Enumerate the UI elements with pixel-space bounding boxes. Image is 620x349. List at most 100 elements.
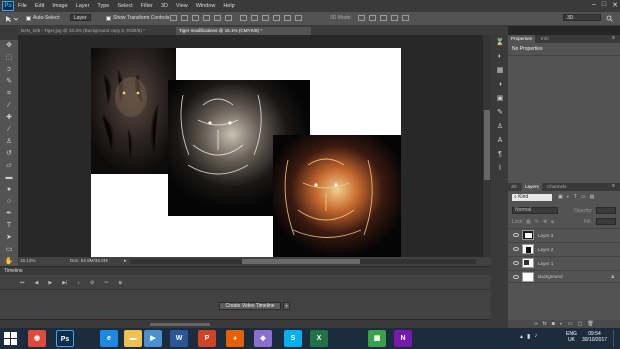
lock-pixels-icon[interactable]: ▦ xyxy=(526,219,531,225)
auto-select-checkbox[interactable] xyxy=(26,15,31,21)
color-panel-icon[interactable]: ◐ xyxy=(495,53,505,61)
filter-pixel-icon[interactable]: ▣ xyxy=(558,194,563,200)
clone-source-panel-icon[interactable]: ♙ xyxy=(495,123,505,131)
tray-arrow-icon[interactable]: ▴ xyxy=(520,333,523,340)
menu-type[interactable]: Type xyxy=(97,3,109,9)
layer-row[interactable]: Layer 1 xyxy=(508,256,620,269)
visibility-eye-icon[interactable] xyxy=(513,261,519,265)
visibility-eye-icon[interactable] xyxy=(513,233,519,237)
language-indicator[interactable]: ENG UK xyxy=(566,331,577,343)
menu-window[interactable]: Window xyxy=(196,3,216,9)
swatches-panel-icon[interactable]: ▦ xyxy=(495,67,505,75)
quick-select-tool-icon[interactable]: ✎ xyxy=(4,78,14,86)
adjustment-layer-icon[interactable]: ◐ xyxy=(560,320,563,328)
zoom-level[interactable]: 15.12% xyxy=(20,258,36,263)
media-icon[interactable]: ▶ xyxy=(144,330,162,347)
timeline-zoom-slider[interactable] xyxy=(150,323,210,326)
paragraph-panel-icon[interactable]: ¶ xyxy=(495,151,505,159)
distribute-right-icon[interactable] xyxy=(295,15,302,21)
dodge-tool-icon[interactable]: ○ xyxy=(4,198,14,206)
3d-pan-icon[interactable] xyxy=(379,15,387,21)
healing-tool-icon[interactable]: ✚ xyxy=(4,114,14,122)
document-canvas[interactable] xyxy=(18,35,483,257)
audio-icon[interactable]: ♪ xyxy=(77,280,80,286)
search-icon[interactable] xyxy=(606,15,613,22)
distribute-middle-icon[interactable] xyxy=(251,15,258,21)
split-icon[interactable]: ✂ xyxy=(104,280,108,286)
new-layer-icon[interactable]: ▢ xyxy=(578,320,583,328)
eyedropper-tool-icon[interactable]: ⁄ xyxy=(4,102,14,110)
history-panel-icon[interactable]: ⌛ xyxy=(495,39,505,47)
brush-tool-icon[interactable]: ∕ xyxy=(4,126,14,134)
add-mask-icon[interactable]: ◙ xyxy=(552,320,555,328)
chrome-icon[interactable]: ◉ xyxy=(28,330,46,347)
shape-tool-icon[interactable]: ▭ xyxy=(4,246,14,254)
paths-panel-icon[interactable]: ⌇ xyxy=(495,165,505,173)
filter-smart-icon[interactable]: ▤ xyxy=(590,194,595,200)
lock-position-icon[interactable]: ✥ xyxy=(543,219,547,225)
lock-all-icon[interactable]: 🔒︎ xyxy=(551,219,554,225)
close-icon[interactable]: ✕ xyxy=(612,1,618,9)
tab-info[interactable]: Info xyxy=(538,35,552,43)
clone-stamp-tool-icon[interactable]: ♙ xyxy=(4,138,14,146)
fill-field[interactable] xyxy=(596,218,616,225)
hand-tool-icon[interactable]: ✋ xyxy=(4,258,14,266)
layer-row[interactable]: Layer 3 xyxy=(508,228,620,241)
explorer-icon[interactable]: ▬ xyxy=(124,330,142,347)
publisher-icon[interactable]: ▦ xyxy=(368,330,386,347)
filter-type-icon[interactable]: T xyxy=(574,194,577,200)
opacity-field[interactable] xyxy=(596,207,616,214)
prev-frame-icon[interactable]: ◀ xyxy=(35,280,39,286)
styles-panel-icon[interactable]: ▣ xyxy=(495,95,505,103)
timeline-dropdown-icon[interactable]: ▾ xyxy=(283,302,290,310)
menu-file[interactable]: File xyxy=(18,3,27,9)
menu-edit[interactable]: Edit xyxy=(35,3,44,9)
canvas-workarea[interactable] xyxy=(18,35,483,257)
transition-icon[interactable]: ⧈ xyxy=(119,280,122,286)
move-tool-icon[interactable] xyxy=(4,15,18,23)
next-frame-icon[interactable]: ▶| xyxy=(62,280,67,286)
layer-row[interactable]: Layer 2 xyxy=(508,242,620,255)
link-layers-icon[interactable]: ∞ xyxy=(534,320,538,328)
align-left-icon[interactable] xyxy=(203,15,210,21)
distribute-bottom-icon[interactable] xyxy=(262,15,269,21)
first-frame-icon[interactable]: ⏮ xyxy=(20,280,25,286)
tray-volume-icon[interactable]: ♪ xyxy=(534,333,537,340)
panel-menu-icon[interactable]: ≡ xyxy=(612,35,615,41)
show-transform-checkbox[interactable] xyxy=(106,15,111,21)
visibility-eye-icon[interactable] xyxy=(513,247,519,251)
menu-filter[interactable]: Filter xyxy=(141,3,153,9)
crop-tool-icon[interactable]: ⌗ xyxy=(4,90,14,98)
3d-rotate-icon[interactable] xyxy=(357,15,365,21)
kind-filter-dropdown[interactable]: ⌕ Kind xyxy=(512,194,552,201)
new-group-icon[interactable]: ▭ xyxy=(568,320,573,328)
distribute-left-icon[interactable] xyxy=(273,15,280,21)
vertical-scroll-thumb[interactable] xyxy=(484,110,490,180)
move-tool-icon[interactable]: ✥ xyxy=(4,42,14,50)
distribute-top-icon[interactable] xyxy=(240,15,247,21)
align-top-icon[interactable] xyxy=(170,15,177,21)
tab-layers[interactable]: Layers xyxy=(522,183,542,191)
pen-tool-icon[interactable]: ✒ xyxy=(4,210,14,218)
firefox-icon[interactable]: ◕ xyxy=(226,330,244,347)
tab-tiger-modifications[interactable]: Tiger modifications @ 15.1% (CMYK/8) * xyxy=(176,27,311,35)
menu-help[interactable]: Help xyxy=(223,3,234,9)
create-video-timeline-button[interactable]: Create Video Timeline xyxy=(219,302,281,310)
horizontal-scrollbar[interactable] xyxy=(130,259,476,264)
tab-tiger-jpg[interactable]: B4N_108 - Tiger.jpg @ 33.3% (Background … xyxy=(18,27,163,35)
maximize-icon[interactable]: □ xyxy=(602,1,606,9)
marquee-tool-icon[interactable]: ⬚ xyxy=(4,54,14,62)
lock-paint-icon[interactable]: ✎ xyxy=(535,219,539,225)
status-menu-icon[interactable]: ▸ xyxy=(124,258,127,264)
eraser-tool-icon[interactable]: ▱ xyxy=(4,162,14,170)
type-tool-icon[interactable]: T xyxy=(4,222,14,230)
auto-select-dropdown[interactable]: Layer xyxy=(70,14,91,21)
visibility-eye-icon[interactable] xyxy=(513,274,519,279)
powerpoint-icon[interactable]: P xyxy=(198,330,216,347)
show-desktop-button[interactable] xyxy=(613,330,618,347)
3d-roll-icon[interactable] xyxy=(368,15,376,21)
adjustments-panel-icon[interactable]: ◑ xyxy=(495,81,505,89)
filter-shape-icon[interactable]: ▭ xyxy=(581,194,586,200)
menu-layer[interactable]: Layer xyxy=(76,3,90,9)
menu-3d[interactable]: 3D xyxy=(161,3,168,9)
